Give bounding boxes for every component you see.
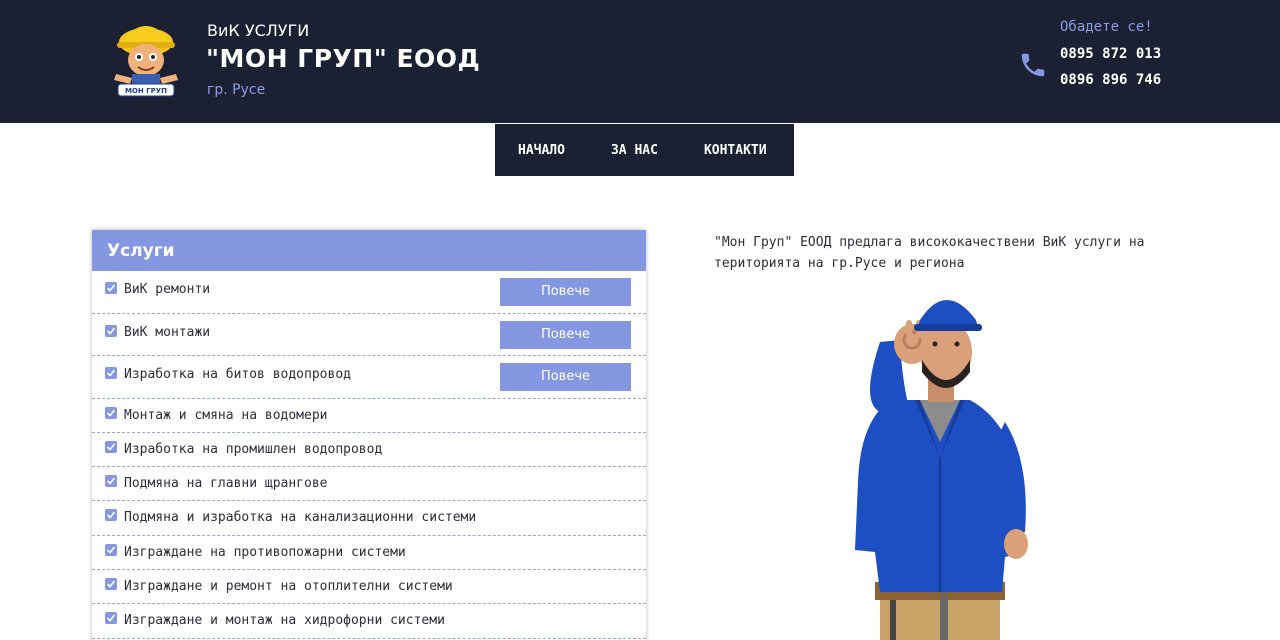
service-label: ВиК монтажи <box>124 324 211 340</box>
more-button[interactable]: Повече <box>500 363 631 391</box>
service-label: Изграждане и монтаж на хидрофорни систем… <box>124 613 445 629</box>
brand-subtitle: ВиК УСЛУГИ <box>207 21 310 40</box>
service-row: Изработка на битов водопровод Повече <box>92 356 646 399</box>
service-label: Изработка на битов водопровод <box>124 367 351 382</box>
checkbox-checked-icon <box>105 440 117 453</box>
site-header: МОН ГРУП ВиК УСЛУГИ "МОН ГРУП" ЕООД гр. … <box>0 0 1280 123</box>
checkbox-checked-icon <box>105 324 117 337</box>
checkbox-checked-icon <box>105 577 117 590</box>
service-row: Монтаж и смяна на водомери <box>92 399 646 433</box>
service-label: Изработка на промишлен водопровод <box>124 441 383 457</box>
checkbox-checked-icon <box>105 475 117 488</box>
service-label: Изграждане на противопожарни системи <box>124 544 406 560</box>
service-row: Подмяна на главни щрангове <box>92 467 646 502</box>
nav-item-contacts[interactable]: КОНТАКТИ <box>704 143 767 158</box>
nav-item-about[interactable]: ЗА НАС <box>611 143 658 158</box>
call-label: Обадете се! <box>1060 19 1153 35</box>
checkbox-checked-icon <box>105 612 117 625</box>
phone-number-2[interactable]: 0896 896 746 <box>1060 72 1161 88</box>
services-title: Услуги <box>92 230 646 271</box>
checkbox-checked-icon <box>105 406 117 419</box>
company-name[interactable]: "МОН ГРУП" ЕООД <box>206 44 480 73</box>
more-button[interactable]: Повече <box>500 278 631 306</box>
service-row: ВиК ремонти Повече <box>92 271 646 314</box>
service-row: Подмяна и изработка на канализационни си… <box>92 501 646 536</box>
phone-number-1[interactable]: 0895 872 013 <box>1060 46 1161 62</box>
worker-mascot-logo[interactable]: МОН ГРУП <box>108 12 184 98</box>
service-row: Изработка на промишлен водопровод <box>92 433 646 468</box>
main-nav: НАЧАЛО ЗА НАС КОНТАКТИ <box>495 124 794 176</box>
checkbox-checked-icon <box>105 509 117 522</box>
company-city: гр. Русе <box>207 82 266 98</box>
checkbox-checked-icon <box>105 282 117 294</box>
nav-item-home[interactable]: НАЧАЛО <box>518 143 565 158</box>
service-row: Изграждане и ремонт на отоплителни систе… <box>92 570 646 605</box>
service-row: Изграждане и монтаж на хидрофорни систем… <box>92 604 646 639</box>
intro-text: "Мон Груп" ЕООД предлага висококачествен… <box>714 235 1145 271</box>
service-label: Подмяна и изработка на канализационни си… <box>124 510 477 526</box>
logo-text: МОН ГРУП <box>125 87 167 95</box>
checkbox-checked-icon <box>105 543 117 556</box>
checkbox-checked-icon <box>105 367 117 379</box>
service-row: ВиК монтажи Повече <box>92 314 646 356</box>
services-panel: Услуги ВиК ремонти Повече ВиК монтажи По… <box>92 230 646 640</box>
service-label: ВиК ремонти <box>124 282 211 297</box>
more-button[interactable]: Повече <box>500 320 631 349</box>
service-label: Монтаж и смяна на водомери <box>124 407 328 423</box>
plumber-photo <box>855 300 1028 640</box>
service-label: Подмяна на главни щрангове <box>124 476 328 492</box>
service-row: Изграждане на противопожарни системи <box>92 536 646 570</box>
phone-icon <box>1021 53 1045 77</box>
service-label: Изграждане и ремонт на отоплителни систе… <box>124 578 453 594</box>
